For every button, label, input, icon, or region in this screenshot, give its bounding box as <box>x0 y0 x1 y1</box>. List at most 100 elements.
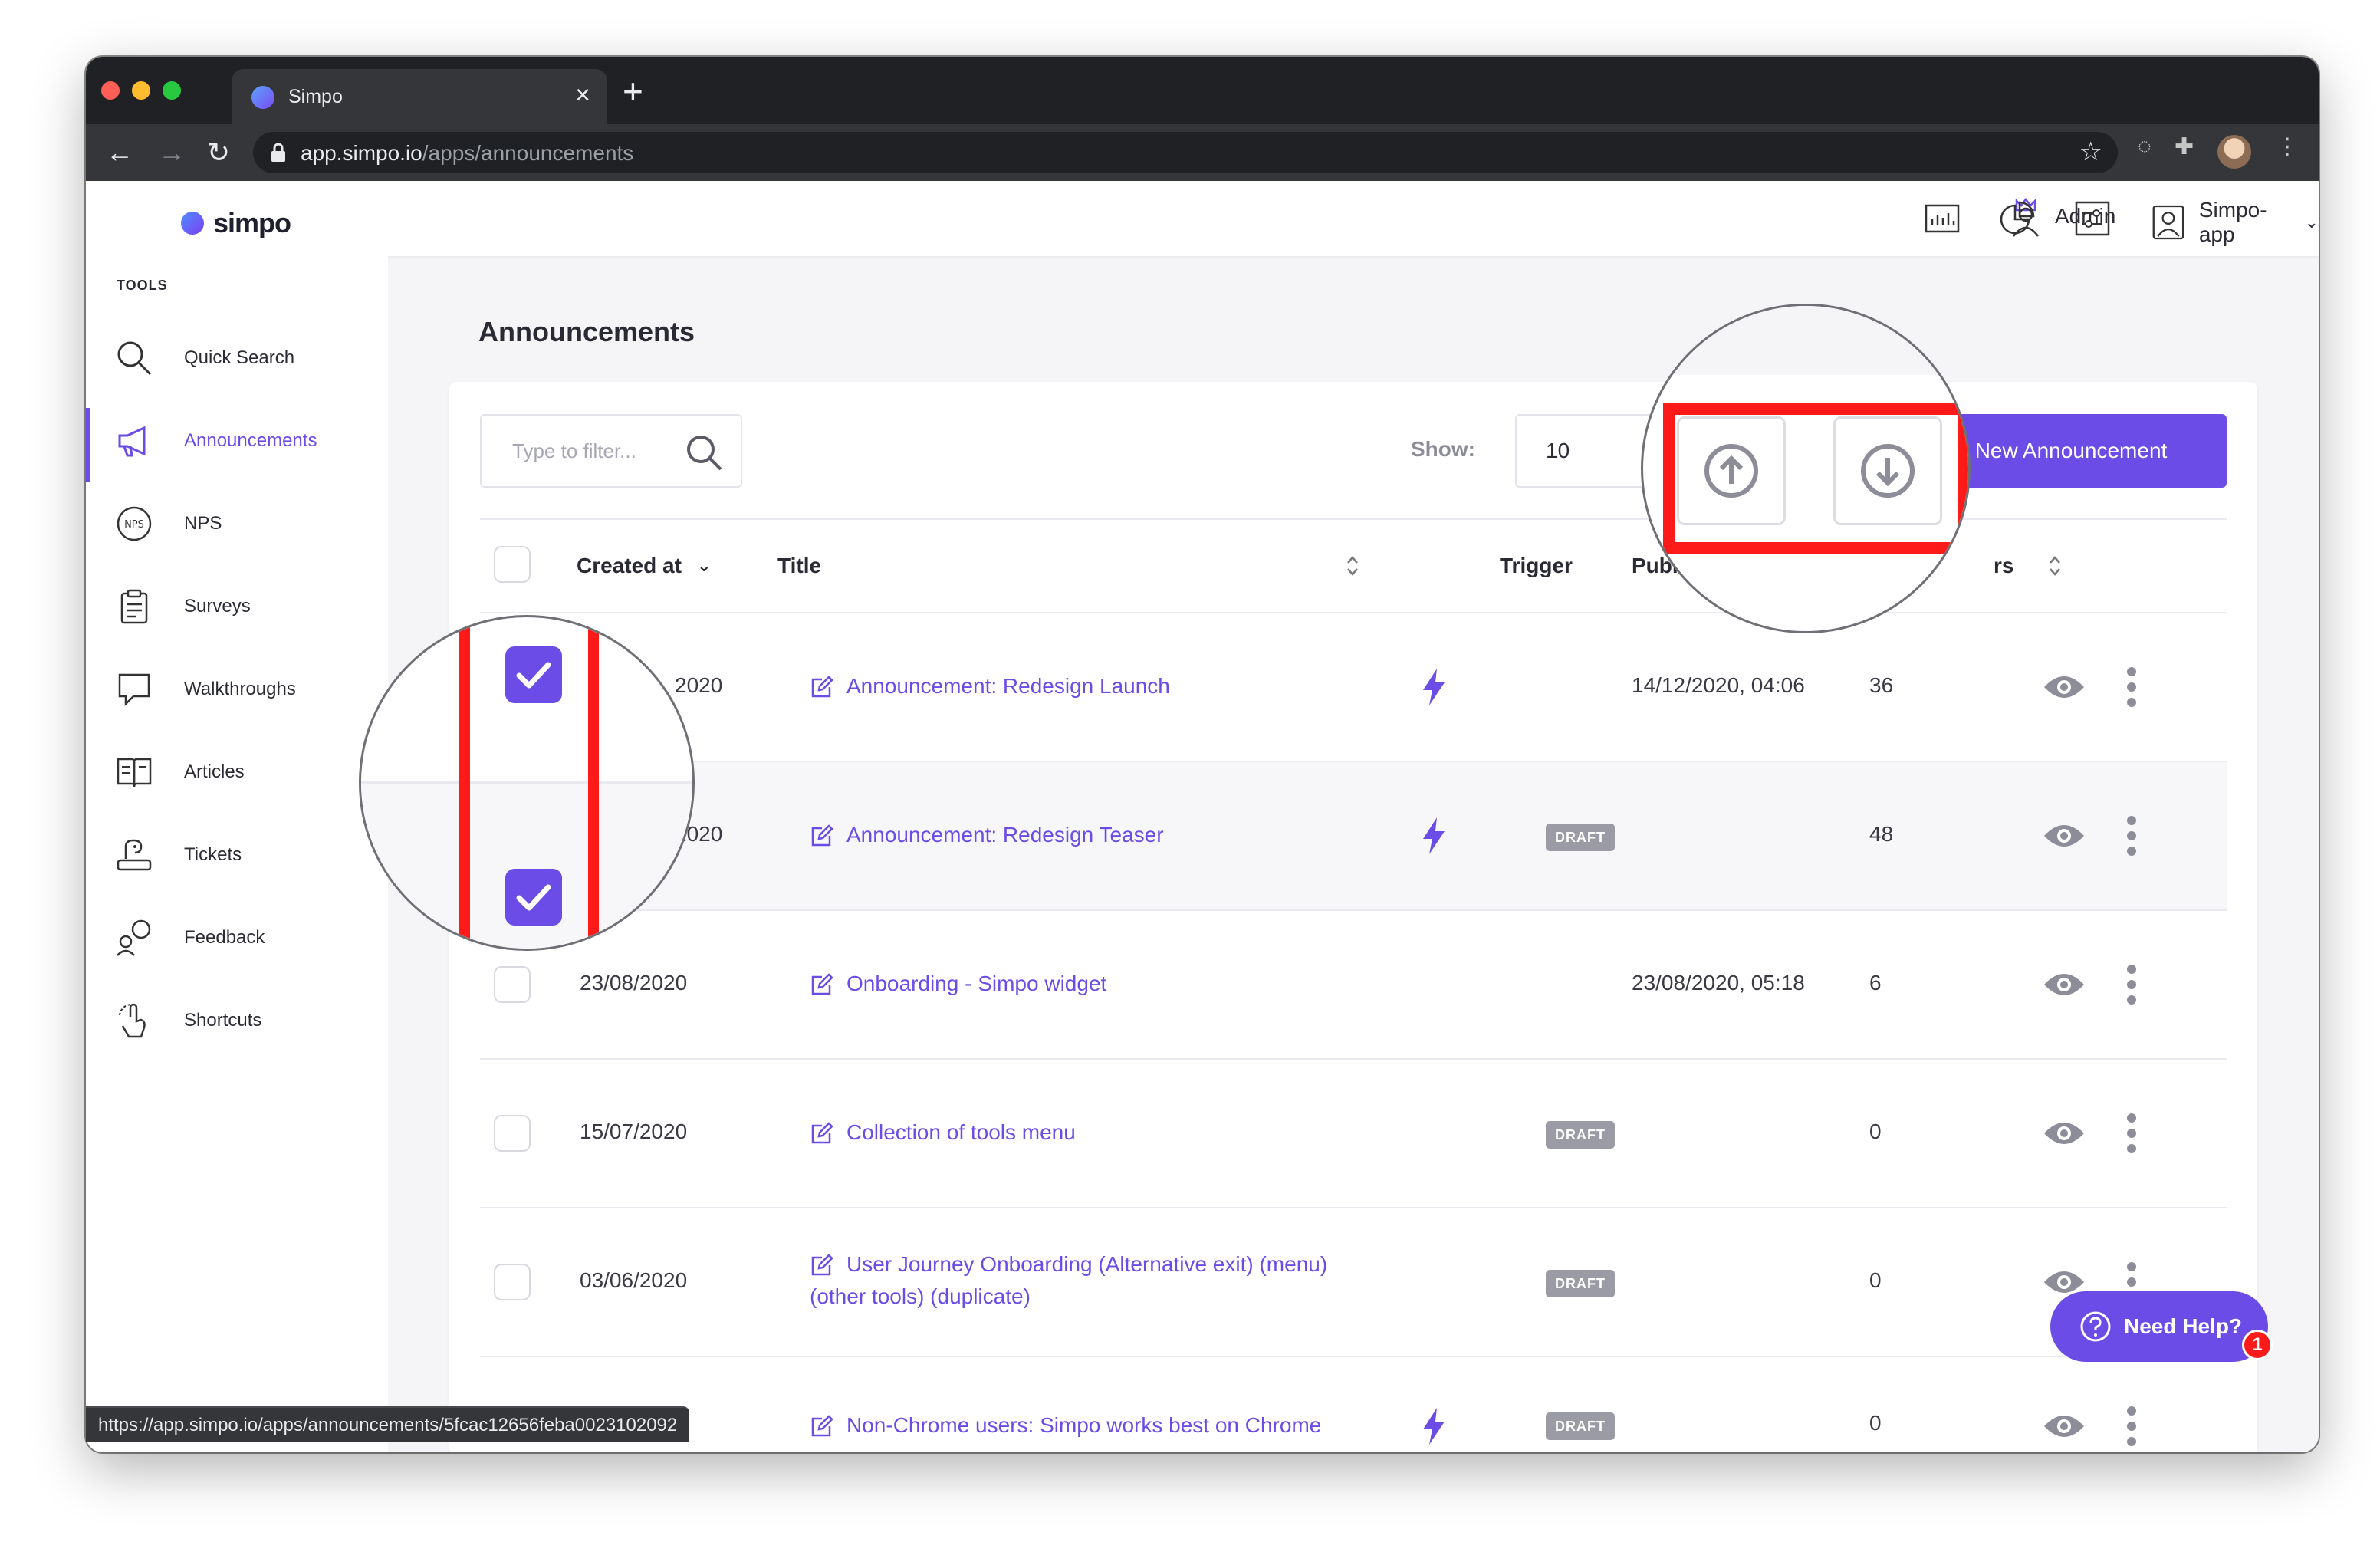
eye-icon[interactable] <box>2043 1118 2086 1149</box>
url-path: /apps/announcements <box>422 141 634 165</box>
announcement-title-link[interactable]: User Journey Onboarding (Alternative exi… <box>810 1248 1327 1313</box>
pie-chart-icon[interactable] <box>1998 199 2036 238</box>
simpo-logo[interactable]: simpo <box>181 207 291 239</box>
sort-icon[interactable] <box>2047 554 2063 578</box>
eye-icon[interactable] <box>2043 1411 2086 1442</box>
chevron-down-icon: ⌄ <box>696 556 712 575</box>
announcement-title-link[interactable]: Collection of tools menu <box>810 1116 1076 1149</box>
table-row[interactable]: 23/08/2020 Onboarding - Simpo widget 23/… <box>480 909 2227 1058</box>
row-checkbox[interactable] <box>494 1264 531 1300</box>
announcement-title-link[interactable]: Onboarding - Simpo widget <box>810 968 1106 1000</box>
announcement-title-link[interactable]: Non-Chrome users: Simpo works best on Ch… <box>810 1409 1321 1442</box>
chevron-down-icon: ⌄ <box>2304 212 2319 232</box>
browser-tab[interactable]: Simpo × <box>232 69 607 124</box>
lock-icon <box>271 143 285 162</box>
more-options-icon[interactable] <box>2124 814 2139 857</box>
draft-badge: DRAFT <box>1546 824 1615 851</box>
bookmark-star-icon[interactable]: ☆ <box>2079 136 2102 167</box>
sort-icon[interactable] <box>1345 554 1360 578</box>
browser-toolbar: ← → ↻ app.simpo.io/apps/announcements ☆ … <box>86 124 2319 181</box>
sidebar-item-shortcuts[interactable]: Shortcuts <box>86 988 388 1054</box>
maximize-window-button[interactable] <box>163 81 181 100</box>
created-date: 23/08/2020 <box>580 971 688 995</box>
url-host: app.simpo.io <box>301 141 422 165</box>
sidebar-item-label: Feedback <box>184 927 265 948</box>
zoom-highlight-box <box>1663 403 1968 554</box>
col-views[interactable]: rs <box>1994 554 2013 578</box>
sidebar-item-articles[interactable]: Articles <box>86 739 388 805</box>
url-text: app.simpo.io/apps/announcements <box>301 141 633 166</box>
eye-icon[interactable] <box>2043 820 2086 851</box>
nps-icon: NPS <box>117 506 152 541</box>
table-row[interactable]: Non-Chrome users: Simpo works best on Ch… <box>480 1356 2227 1452</box>
col-created-at[interactable]: Created at ⌄ <box>577 554 711 578</box>
sidebar-item-quick-search[interactable]: Quick Search <box>86 325 388 391</box>
eye-icon[interactable] <box>2043 672 2086 702</box>
reload-icon[interactable]: ↻ <box>207 133 230 172</box>
announcement-title-link[interactable]: Announcement: Redesign Launch <box>810 670 1170 702</box>
table-row[interactable]: 2020 Announcement: Redesign Teaser DRAFT… <box>480 761 2227 909</box>
sidebar-item-tickets[interactable]: Tickets <box>86 822 388 888</box>
forward-icon[interactable]: → <box>158 133 186 172</box>
page-size-value: 10 <box>1546 439 1570 462</box>
minimize-window-button[interactable] <box>132 81 150 100</box>
table-row[interactable]: 2020 Announcement: Redesign Launch 14/12… <box>480 612 2227 761</box>
sidebar-item-nps[interactable]: NPS NPS <box>86 491 388 557</box>
active-indicator <box>86 408 90 482</box>
announcement-title-link[interactable]: Announcement: Redesign Teaser <box>810 819 1164 851</box>
tab-close-icon[interactable]: × <box>575 80 590 110</box>
filter-input[interactable] <box>482 416 689 486</box>
sidebar-item-feedback[interactable]: Feedback <box>86 905 388 971</box>
title-text: Non-Chrome users: Simpo works best on Ch… <box>846 1413 1322 1437</box>
more-options-icon[interactable] <box>2124 666 2139 709</box>
table-row[interactable]: 03/06/2020 User Journey Onboarding (Alte… <box>480 1207 2227 1356</box>
checked-checkbox[interactable] <box>505 869 562 926</box>
zoom-highlight-line <box>588 617 599 949</box>
need-help-button[interactable]: Need Help? <box>2050 1291 2268 1362</box>
sidebar-item-surveys[interactable]: Surveys <box>86 574 388 640</box>
select-all-checkbox[interactable] <box>494 546 531 583</box>
edit-icon <box>811 1254 833 1276</box>
sidebar-item-label: NPS <box>184 513 222 534</box>
show-label: Show: <box>1411 437 1475 461</box>
more-options-icon[interactable] <box>2124 1112 2139 1155</box>
row-checkbox[interactable] <box>494 966 531 1003</box>
col-title[interactable]: Title <box>777 554 821 578</box>
back-icon[interactable]: ← <box>106 133 133 172</box>
view-count: 36 <box>1869 673 1894 697</box>
sidebar-item-walkthroughs[interactable]: Walkthroughs <box>86 656 388 722</box>
extension-sync-icon[interactable]: ◌ <box>2138 133 2152 159</box>
settings-sliders-icon[interactable] <box>2073 199 2112 238</box>
browser-menu-icon[interactable]: ⋮ <box>2276 133 2299 160</box>
profile-avatar[interactable] <box>2217 135 2251 169</box>
checked-checkbox[interactable] <box>505 646 562 703</box>
more-options-icon[interactable] <box>2124 1405 2139 1448</box>
col-trigger-label: Trigger <box>1500 554 1573 577</box>
search-icon[interactable] <box>682 431 725 474</box>
sidebar-item-announcements[interactable]: Announcements <box>86 408 388 482</box>
question-circle-icon <box>2080 1311 2111 1342</box>
analytics-chart-icon[interactable] <box>1923 199 1961 238</box>
edit-icon <box>811 1415 833 1437</box>
speech-bubble-icon <box>118 673 150 707</box>
view-count: 6 <box>1869 971 1882 995</box>
help-notification-badge: 1 <box>2242 1330 2273 1360</box>
row-checkbox[interactable] <box>494 1115 531 1152</box>
extensions-puzzle-icon[interactable]: ✚ <box>2175 133 2194 160</box>
sidebar-item-label: Quick Search <box>184 347 295 368</box>
col-title-label: Title <box>777 554 822 577</box>
more-options-icon[interactable] <box>2124 963 2139 1006</box>
eye-icon[interactable] <box>2043 969 2086 1000</box>
sidebar-item-label: Surveys <box>184 596 251 617</box>
app-switcher[interactable]: Simpo-app ⌄ <box>2152 198 2319 247</box>
address-bar[interactable]: app.simpo.io/apps/announcements ☆ <box>253 132 2118 173</box>
table-row[interactable]: 15/07/2020 Collection of tools menu DRAF… <box>480 1058 2227 1207</box>
lightning-trigger-icon <box>1423 817 1445 854</box>
zoom-page-background <box>1643 306 1968 375</box>
svg-text:NPS: NPS <box>124 519 144 531</box>
table-header: Created at⌄ Title Trigger Publish date r… <box>449 520 2257 612</box>
new-tab-icon[interactable]: + <box>623 72 643 110</box>
shortcut-icon <box>119 1003 146 1038</box>
close-window-button[interactable] <box>101 81 120 100</box>
checkbox-zoom-magnifier <box>359 615 695 951</box>
